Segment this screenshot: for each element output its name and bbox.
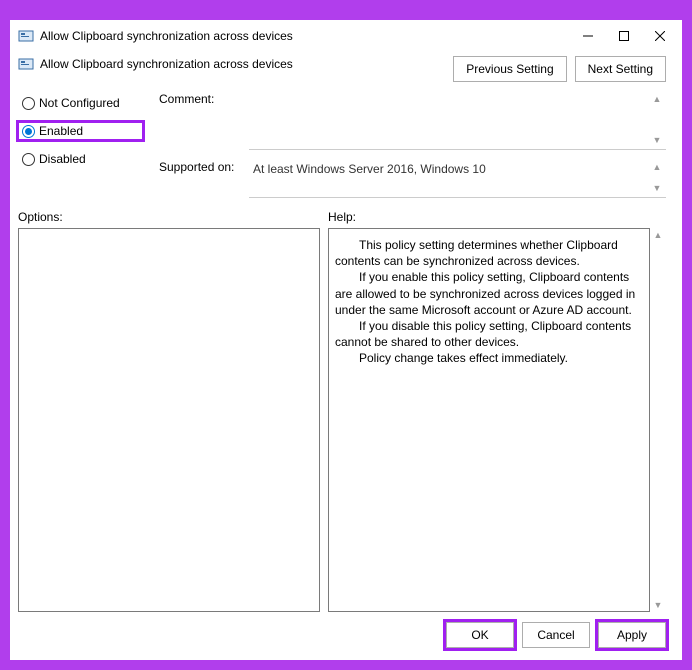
radio-disabled[interactable]: Disabled — [18, 150, 143, 168]
policy-icon — [18, 56, 34, 72]
fields-column: Comment: ▲ ▼ Supported on: At least Wind… — [159, 90, 666, 198]
scroll-down-icon[interactable]: ▼ — [650, 133, 664, 147]
radio-circle-icon — [22, 153, 35, 166]
help-text-line: If you enable this policy setting, Clipb… — [335, 269, 643, 318]
panels: This policy setting determines whether C… — [10, 228, 682, 612]
state-radio-group: Not Configured Enabled Disabled — [18, 90, 143, 198]
ok-button[interactable]: OK — [446, 622, 514, 648]
help-label: Help: — [328, 210, 356, 224]
window-controls — [570, 22, 678, 50]
config-area: Not Configured Enabled Disabled Comment:… — [10, 90, 682, 206]
radio-enabled[interactable]: Enabled — [18, 122, 143, 140]
close-button[interactable] — [642, 22, 678, 50]
comment-row: Comment: ▲ ▼ — [159, 90, 666, 150]
radio-label: Enabled — [39, 124, 83, 138]
comment-label: Comment: — [159, 90, 241, 106]
scroll-up-icon[interactable]: ▲ — [650, 160, 664, 174]
help-panel-wrap: This policy setting determines whether C… — [328, 228, 666, 612]
policy-title: Allow Clipboard synchronization across d… — [40, 57, 293, 71]
scroll-up-icon[interactable]: ▲ — [651, 228, 665, 242]
policy-header: Allow Clipboard synchronization across d… — [18, 56, 453, 72]
maximize-button[interactable] — [606, 22, 642, 50]
minimize-button[interactable] — [570, 22, 606, 50]
panel-labels: Options: Help: — [10, 206, 682, 228]
scroll-down-icon[interactable]: ▼ — [651, 598, 665, 612]
radio-not-configured[interactable]: Not Configured — [18, 94, 143, 112]
titlebar: Allow Clipboard synchronization across d… — [10, 20, 682, 52]
radio-circle-icon — [22, 97, 35, 110]
help-panel: This policy setting determines whether C… — [328, 228, 650, 612]
supported-label: Supported on: — [159, 158, 241, 174]
scroll-down-icon[interactable]: ▼ — [650, 181, 664, 195]
window-title: Allow Clipboard synchronization across d… — [40, 29, 570, 43]
scroll-up-icon[interactable]: ▲ — [650, 92, 664, 106]
nav-buttons: Previous Setting Next Setting — [453, 56, 666, 82]
supported-value: At least Windows Server 2016, Windows 10 — [253, 162, 486, 176]
radio-label: Disabled — [39, 152, 86, 166]
options-panel — [18, 228, 320, 612]
help-scrollbar[interactable]: ▲ ▼ — [650, 228, 666, 612]
radio-circle-icon — [22, 125, 35, 138]
help-text-line: This policy setting determines whether C… — [335, 237, 643, 269]
supported-on-box: At least Windows Server 2016, Windows 10… — [249, 158, 666, 198]
radio-label: Not Configured — [39, 96, 120, 110]
supported-row: Supported on: At least Windows Server 20… — [159, 158, 666, 198]
cancel-button[interactable]: Cancel — [522, 622, 590, 648]
app-icon — [18, 28, 34, 44]
options-label: Options: — [18, 210, 320, 224]
previous-setting-button[interactable]: Previous Setting — [453, 56, 566, 82]
policy-editor-window: Allow Clipboard synchronization across d… — [10, 20, 682, 660]
help-text-line: Policy change takes effect immediately. — [335, 350, 643, 366]
header-row: Allow Clipboard synchronization across d… — [10, 52, 682, 90]
apply-button[interactable]: Apply — [598, 622, 666, 648]
comment-input[interactable]: ▲ ▼ — [249, 90, 666, 150]
footer-buttons: OK Cancel Apply — [10, 612, 682, 660]
next-setting-button[interactable]: Next Setting — [575, 56, 666, 82]
help-text-line: If you disable this policy setting, Clip… — [335, 318, 643, 350]
